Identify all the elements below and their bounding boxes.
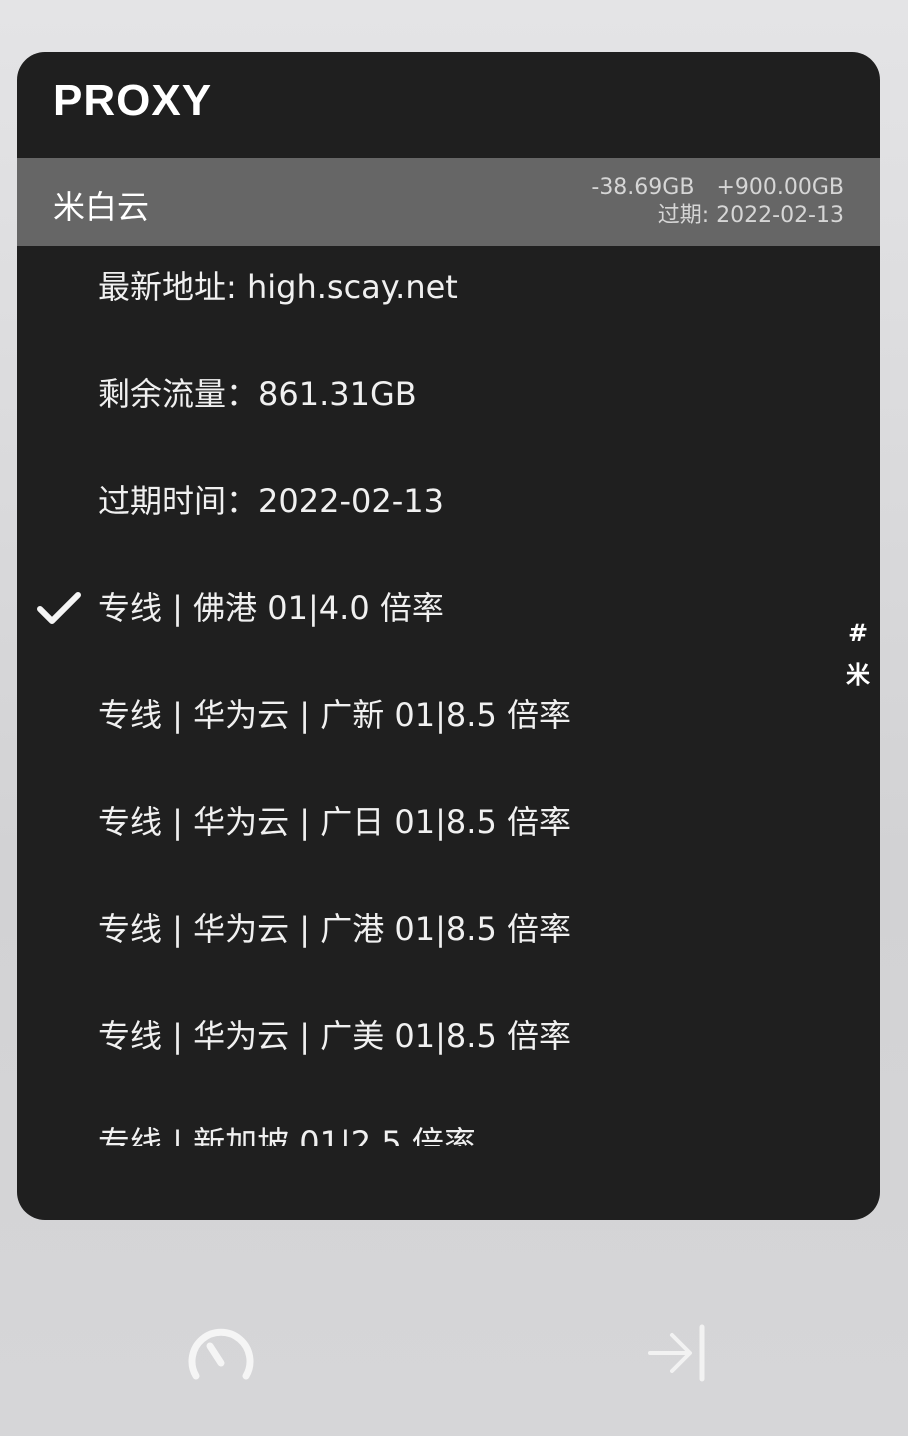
jump-to-end-icon <box>648 1324 705 1382</box>
index-hash[interactable]: # <box>836 612 880 654</box>
jump-to-end-button[interactable] <box>644 1322 710 1384</box>
proxy-list: 最新地址: high.scay.net 剩余流量：861.31GB 过期时间：2… <box>17 246 880 1146</box>
speed-test-button[interactable] <box>184 1322 258 1386</box>
list-item[interactable]: 专线 | 新加坡 01|2.5 倍率 <box>17 1102 880 1146</box>
section-index-bar[interactable]: # 米 <box>836 612 880 696</box>
panel-header: PROXY <box>17 52 880 158</box>
item-label: 专线 | 佛港 01|4.0 倍率 <box>98 589 444 627</box>
list-item[interactable]: 专线 | 华为云 | 广港 01|8.5 倍率 <box>17 888 880 995</box>
index-mi[interactable]: 米 <box>836 654 880 696</box>
list-item[interactable]: 专线 | 华为云 | 广新 01|8.5 倍率 <box>17 674 880 781</box>
group-name: 米白云 <box>53 188 150 226</box>
speed-gauge-icon <box>188 1328 254 1380</box>
panel-title: PROXY <box>53 76 213 125</box>
item-label: 专线 | 华为云 | 广港 01|8.5 倍率 <box>98 910 571 948</box>
item-label: 专线 | 华为云 | 广新 01|8.5 倍率 <box>98 696 571 734</box>
list-item[interactable]: 最新地址: high.scay.net <box>17 246 880 353</box>
proxy-group-row[interactable]: 米白云 -38.69GB +900.00GB 过期: 2022-02-13 <box>17 158 880 246</box>
item-label: 专线 | 华为云 | 广美 01|8.5 倍率 <box>98 1017 571 1055</box>
list-item-selected[interactable]: 专线 | 佛港 01|4.0 倍率 <box>17 567 880 674</box>
total-traffic: +900.00GB <box>716 175 844 200</box>
item-label: 剩余流量：861.31GB <box>98 375 417 413</box>
list-item[interactable]: 剩余流量：861.31GB <box>17 353 880 460</box>
expiry-date: 过期: 2022-02-13 <box>657 203 844 228</box>
list-item[interactable]: 专线 | 华为云 | 广美 01|8.5 倍率 <box>17 995 880 1102</box>
checkmark-icon <box>37 592 81 624</box>
item-label: 最新地址: high.scay.net <box>98 268 458 306</box>
item-label: 专线 | 新加坡 01|2.5 倍率 <box>98 1124 476 1146</box>
used-traffic: -38.69GB <box>591 175 695 200</box>
list-item[interactable]: 专线 | 华为云 | 广日 01|8.5 倍率 <box>17 781 880 888</box>
proxy-panel: PROXY 米白云 -38.69GB +900.00GB 过期: 2022-02-… <box>17 52 880 1220</box>
group-stats: -38.69GB +900.00GB 过期: 2022-02-13 <box>591 174 844 230</box>
list-item[interactable]: 过期时间：2022-02-13 <box>17 460 880 567</box>
item-label: 专线 | 华为云 | 广日 01|8.5 倍率 <box>98 803 571 841</box>
item-label: 过期时间：2022-02-13 <box>98 482 444 520</box>
